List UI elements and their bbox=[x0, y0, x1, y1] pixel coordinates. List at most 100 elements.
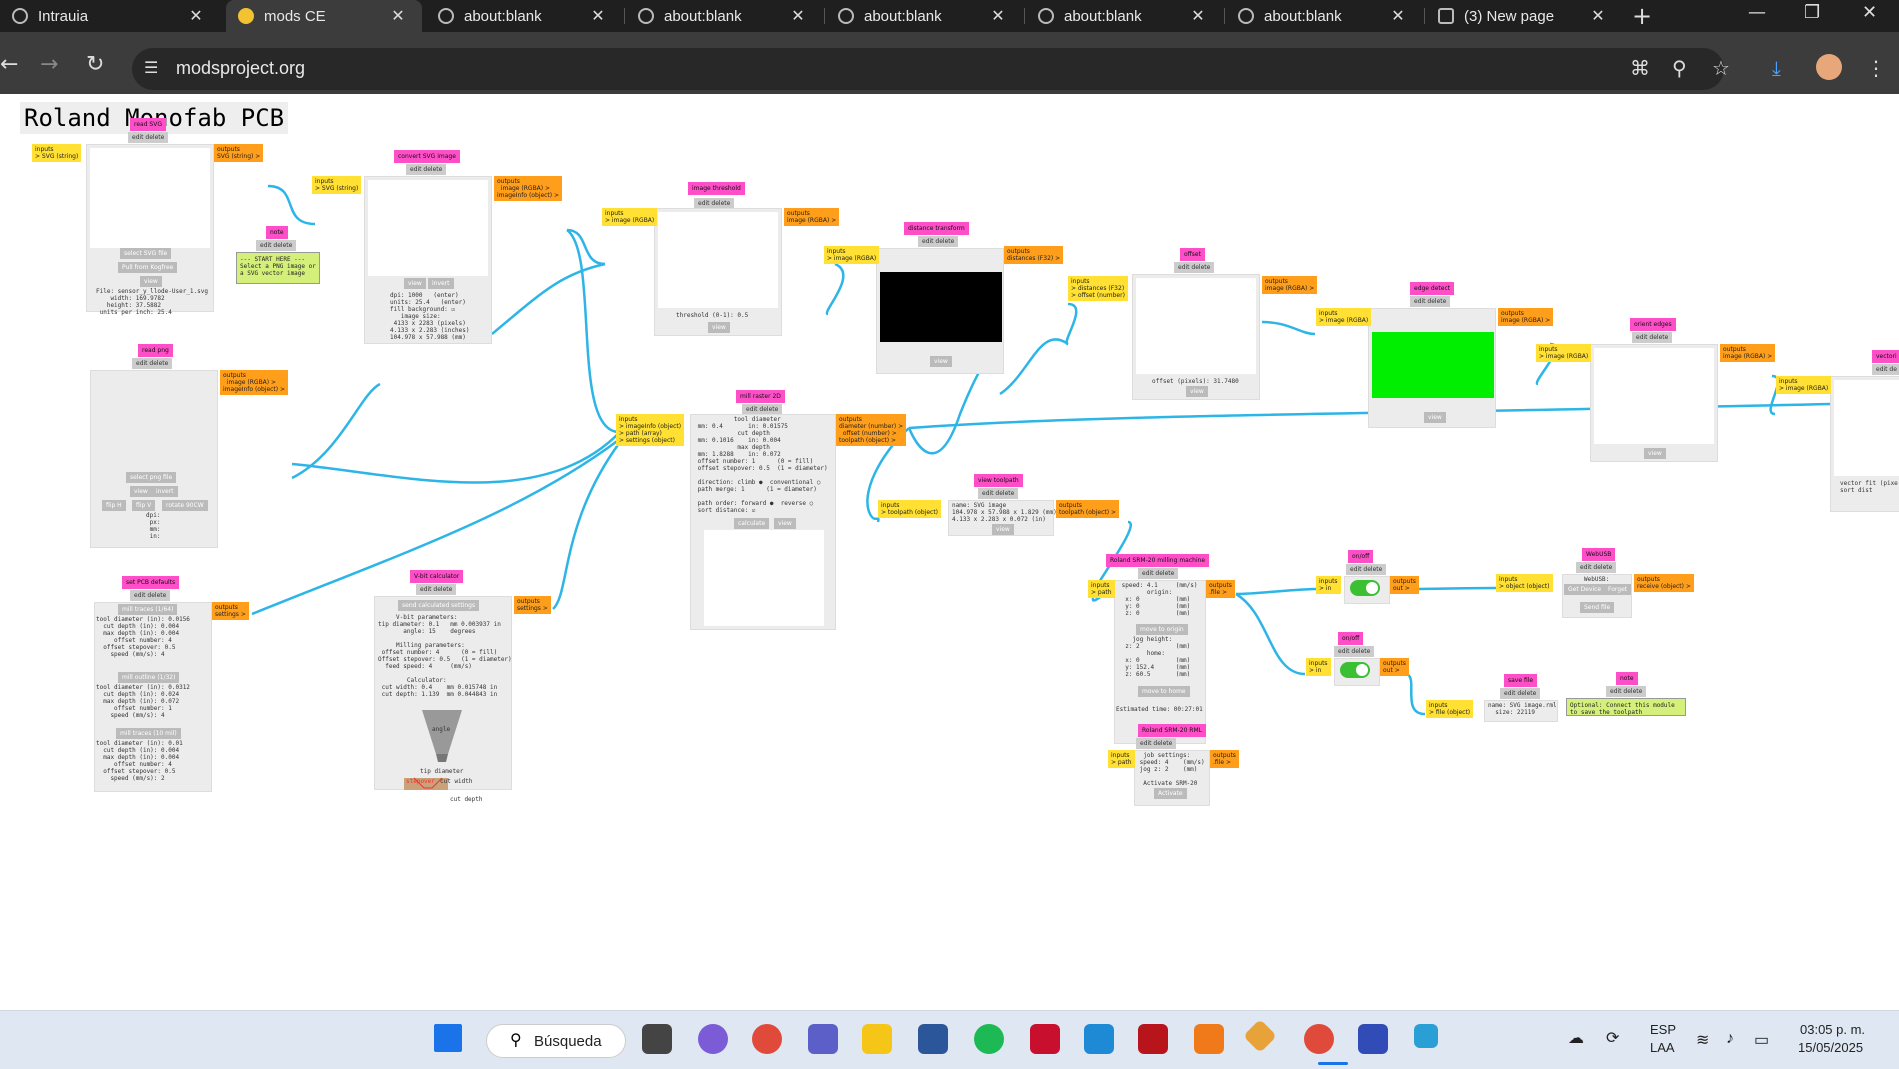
close-icon[interactable]: ✕ bbox=[1388, 6, 1408, 26]
forget-button[interactable]: Forget bbox=[1604, 584, 1632, 595]
start-here-note[interactable]: --- START HERE --- Select a PNG image or… bbox=[236, 252, 320, 284]
module-inputs[interactable]: inputs > image (RGBA) bbox=[824, 246, 880, 264]
view-button[interactable]: view bbox=[774, 518, 796, 529]
module-inputs[interactable]: inputs > SVG (string) bbox=[312, 176, 362, 194]
module-outputs[interactable]: outputs image (RGBA) > bbox=[1720, 344, 1776, 362]
close-icon[interactable]: ✕ bbox=[788, 6, 808, 26]
language-top[interactable]: ESP bbox=[1650, 1022, 1676, 1037]
kicad-icon[interactable] bbox=[1358, 1024, 1388, 1054]
offset-info[interactable]: offset (pixels): 31.7480 bbox=[1152, 378, 1239, 385]
module-controls[interactable]: edit delete bbox=[1632, 332, 1673, 343]
close-icon[interactable]: ✕ bbox=[388, 6, 408, 26]
module-controls[interactable]: edit delete bbox=[1174, 262, 1215, 273]
reload-icon[interactable]: ↻ bbox=[86, 52, 104, 77]
mill-outline-button[interactable]: mill outline (1/32) bbox=[118, 672, 180, 683]
language-bottom[interactable]: LAA bbox=[1650, 1040, 1675, 1055]
module-controls[interactable]: edit delete bbox=[1576, 562, 1617, 573]
module-controls[interactable]: edit delete bbox=[1136, 738, 1177, 749]
module-title[interactable]: set PCB defaults bbox=[122, 576, 180, 589]
close-window-icon[interactable]: ✕ bbox=[1862, 2, 1877, 23]
module-controls[interactable]: edit de bbox=[1872, 364, 1899, 375]
module-controls[interactable]: edit delete bbox=[406, 164, 447, 175]
restore-icon[interactable]: ❐ bbox=[1804, 2, 1820, 23]
module-title[interactable]: read SVG bbox=[130, 118, 166, 131]
view-button[interactable]: view bbox=[130, 486, 152, 497]
module-outputs[interactable]: outputs SVG (string) > bbox=[214, 144, 264, 162]
minimize-icon[interactable]: — bbox=[1748, 2, 1766, 23]
module-inputs[interactable]: inputs > imageInfo (object) > path (arra… bbox=[616, 414, 685, 446]
move-to-home-button[interactable]: move to home bbox=[1138, 686, 1190, 697]
close-icon[interactable]: ✕ bbox=[1588, 6, 1608, 26]
site-settings-icon[interactable]: ☰ bbox=[144, 58, 158, 77]
module-title[interactable]: on/off bbox=[1338, 632, 1364, 645]
files-icon[interactable] bbox=[642, 1024, 672, 1054]
mill-traces-10mil-button[interactable]: mill traces (10 mil) bbox=[116, 728, 181, 739]
module-outputs[interactable]: outputs image (RGBA) > bbox=[1262, 276, 1318, 294]
tab-new-page[interactable]: (3) New page ✕ bbox=[1426, 0, 1622, 32]
wifi-icon[interactable]: ≋ bbox=[1696, 1030, 1709, 1050]
module-title[interactable]: save file bbox=[1504, 674, 1538, 687]
autocad-icon[interactable] bbox=[1030, 1024, 1060, 1054]
module-controls[interactable]: edit delete bbox=[128, 132, 169, 143]
module-outputs[interactable]: outputs settings > bbox=[212, 602, 249, 620]
module-title[interactable]: on/off bbox=[1348, 550, 1374, 563]
module-title[interactable]: distance transform bbox=[904, 222, 969, 235]
copilot-icon[interactable] bbox=[698, 1024, 728, 1054]
network-alert-icon[interactable]: ☁ bbox=[1568, 1028, 1584, 1048]
on-off-toggle[interactable] bbox=[1340, 662, 1370, 678]
vbit-settings[interactable]: V-bit parameters: tip diameter: 0.1 mm 0… bbox=[378, 614, 512, 698]
module-inputs[interactable]: inputs > image (RGBA) bbox=[1536, 344, 1592, 362]
module-inputs[interactable]: inputs > image (RGBA) bbox=[602, 208, 658, 226]
windows-start-icon[interactable] bbox=[434, 1024, 462, 1052]
view-button[interactable]: view bbox=[1186, 386, 1208, 397]
pull-button[interactable]: Pull from Kogfree bbox=[118, 262, 178, 273]
module-controls[interactable]: edit delete bbox=[1606, 686, 1647, 697]
module-inputs[interactable]: inputs > path bbox=[1088, 580, 1115, 598]
view-button[interactable]: view bbox=[930, 356, 952, 367]
close-icon[interactable]: ✕ bbox=[988, 6, 1008, 26]
spotify-icon[interactable] bbox=[974, 1024, 1004, 1054]
volume-icon[interactable]: ♪ bbox=[1726, 1030, 1734, 1048]
module-title[interactable]: note bbox=[1616, 672, 1638, 685]
module-controls[interactable]: edit delete bbox=[1410, 296, 1451, 307]
vscode-icon[interactable] bbox=[1084, 1024, 1114, 1054]
select-svg-button[interactable]: select SVG file bbox=[120, 248, 172, 259]
milling-home-settings[interactable]: jog height: z: 2 (mm) home: x: 0 (mm) y:… bbox=[1118, 636, 1190, 678]
module-inputs[interactable]: inputs > SVG (string) bbox=[32, 144, 82, 162]
module-title[interactable]: note bbox=[266, 226, 288, 239]
module-inputs[interactable]: inputs > toolpath (object) bbox=[878, 500, 942, 518]
activate-button[interactable]: Activate bbox=[1154, 788, 1187, 799]
module-outputs[interactable]: outputs image (RGBA) > bbox=[784, 208, 840, 226]
select-png-button[interactable]: select png file bbox=[126, 472, 177, 483]
on-off-toggle[interactable] bbox=[1350, 580, 1380, 596]
solidworks-icon[interactable] bbox=[1138, 1024, 1168, 1054]
snipping-icon[interactable] bbox=[1414, 1024, 1438, 1048]
module-inputs[interactable]: inputs > distances (F32) > offset (numbe… bbox=[1068, 276, 1128, 301]
module-controls[interactable]: edit delete bbox=[130, 590, 171, 601]
tab-about-blank[interactable]: about:blank ✕ bbox=[826, 0, 1022, 32]
chrome-active-icon[interactable] bbox=[1304, 1024, 1334, 1054]
view-button[interactable]: view bbox=[404, 278, 426, 289]
module-title[interactable]: offset bbox=[1180, 248, 1205, 261]
module-title[interactable]: Roland SRM-20 milling machine bbox=[1106, 554, 1210, 567]
tab-mods-ce[interactable]: mods CE ✕ bbox=[226, 0, 422, 32]
module-outputs[interactable]: outputs settings > bbox=[514, 596, 551, 614]
traces-10mil-settings[interactable]: tool diameter (in): 0.01 cut depth (in):… bbox=[96, 740, 183, 782]
send-file-button[interactable]: Send file bbox=[1580, 602, 1615, 613]
mill-traces-button[interactable]: mill traces (1/64) bbox=[118, 604, 178, 615]
module-controls[interactable]: edit delete bbox=[416, 584, 457, 595]
milling-origin-settings[interactable]: speed: 4.1 (mm/s) origin: x: 0 (mm) y: 0… bbox=[1118, 582, 1198, 617]
module-title[interactable]: mill raster 2D bbox=[736, 390, 785, 403]
module-controls[interactable]: edit delete bbox=[918, 236, 959, 247]
clock-time[interactable]: 03:05 p. m. bbox=[1800, 1022, 1865, 1037]
mill-raster-settings[interactable]: tool diameter mm: 0.4 in: 0.01575 cut de… bbox=[694, 416, 828, 514]
zoom-icon[interactable]: ⚲ bbox=[1672, 56, 1687, 80]
calculate-button[interactable]: calculate bbox=[734, 518, 770, 529]
module-controls[interactable]: edit delete bbox=[978, 488, 1019, 499]
module-title[interactable]: WebUSB bbox=[1582, 548, 1616, 561]
tab-about-blank[interactable]: about:blank ✕ bbox=[1226, 0, 1422, 32]
module-outputs[interactable]: outputs distances (F32) > bbox=[1004, 246, 1064, 264]
module-controls[interactable]: edit delete bbox=[1500, 688, 1541, 699]
clock-date[interactable]: 15/05/2025 bbox=[1798, 1040, 1863, 1055]
rotate-button[interactable]: rotate 90CW bbox=[162, 500, 208, 511]
